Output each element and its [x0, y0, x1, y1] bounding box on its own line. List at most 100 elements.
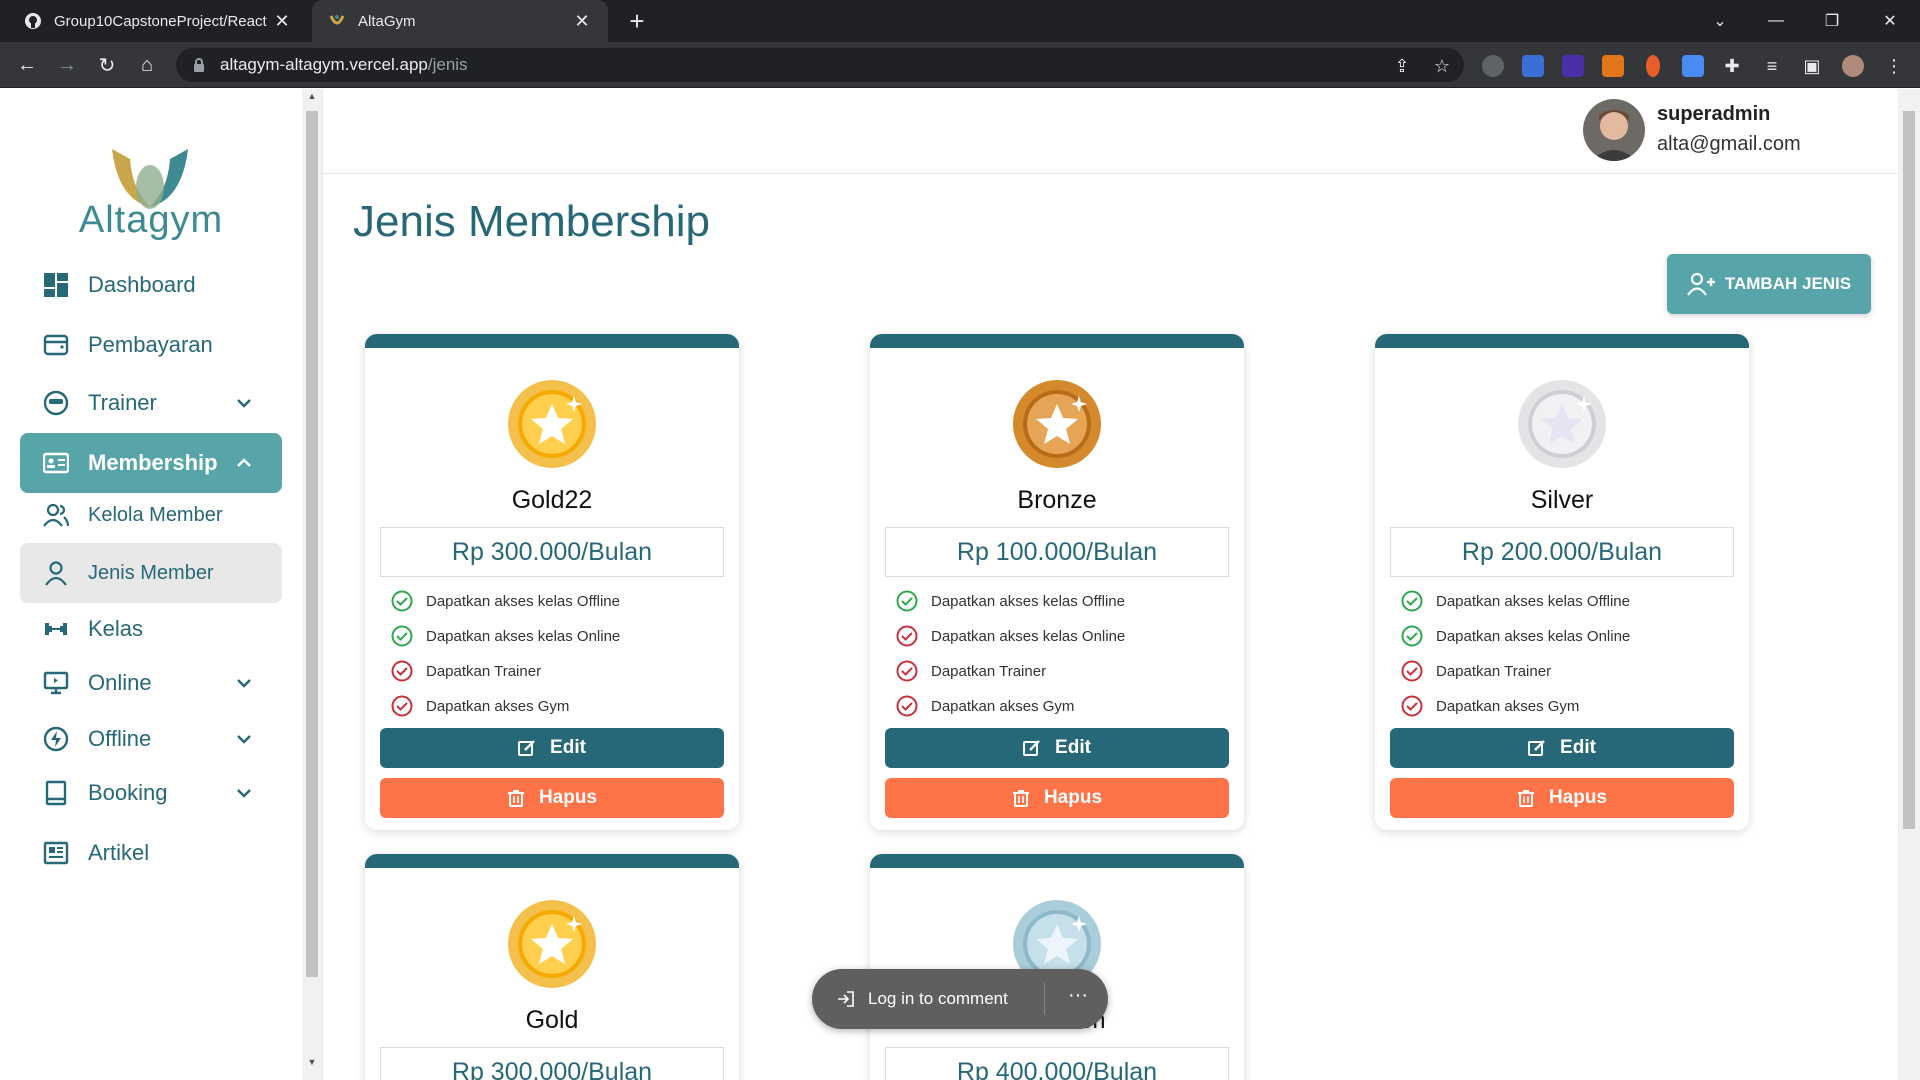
- bolt-icon: [42, 725, 70, 753]
- back-icon[interactable]: ←: [12, 50, 42, 80]
- tab-search-chevron-icon[interactable]: ⌄: [1692, 0, 1748, 42]
- profile-avatar-icon[interactable]: [1842, 55, 1864, 77]
- extension-speed-icon[interactable]: [1482, 55, 1504, 77]
- monitor-icon: [42, 669, 70, 697]
- app-root: Altagym Dashboard Pembayaran Trainer Mem…: [0, 89, 1920, 1080]
- share-icon[interactable]: ⇪: [1392, 56, 1412, 76]
- extension-orange-icon[interactable]: [1646, 55, 1660, 77]
- feature-item: Dapatkan akses Gym: [1401, 694, 1579, 718]
- delete-label: Hapus: [1548, 787, 1608, 808]
- sidebar-item-jenis-member[interactable]: Jenis Member: [20, 543, 282, 603]
- extension-purple-icon[interactable]: [1562, 55, 1584, 77]
- chevron-up-icon[interactable]: [234, 453, 254, 473]
- scrollbar-thumb[interactable]: [1903, 111, 1915, 829]
- sidebar-item-membership[interactable]: Membership: [20, 433, 282, 493]
- main-scrollbar[interactable]: [1898, 89, 1920, 1080]
- delete-button[interactable]: Hapus: [1390, 778, 1734, 818]
- extension-fox-icon[interactable]: [1602, 55, 1624, 77]
- scroll-down-icon[interactable]: ▼: [307, 1057, 317, 1067]
- feature-text: Dapatkan akses kelas Offline: [931, 592, 1125, 610]
- browser-menu-icon[interactable]: ⋮: [1884, 56, 1904, 76]
- tab-title: AltaGym: [358, 12, 416, 30]
- sidebar-item-label: Trainer: [88, 390, 157, 415]
- book-icon: [42, 779, 70, 807]
- feature-item: Dapatkan Trainer: [391, 659, 541, 683]
- trainer-icon: [42, 389, 70, 417]
- home-icon[interactable]: ⌂: [132, 50, 162, 80]
- bookmark-star-icon[interactable]: ☆: [1432, 56, 1452, 76]
- card-top-bar: [365, 854, 739, 868]
- extension-doc-icon[interactable]: [1682, 55, 1704, 77]
- dashboard-icon: [42, 271, 70, 299]
- card-name: Gold22: [511, 486, 593, 514]
- reload-icon[interactable]: ↻: [92, 50, 122, 80]
- dumbbell-icon: [42, 615, 70, 643]
- chevron-down-icon[interactable]: [234, 393, 254, 413]
- delete-button[interactable]: Hapus: [380, 778, 724, 818]
- feature-item: Dapatkan akses Gym: [391, 694, 569, 718]
- sidebar-item-trainer[interactable]: Trainer: [20, 373, 282, 433]
- sidebar-item-offline[interactable]: Offline: [20, 709, 282, 769]
- add-jenis-button[interactable]: TAMBAH JENIS: [1667, 254, 1871, 314]
- sidebar-item-label: Kelola Member: [88, 503, 223, 526]
- more-options-icon[interactable]: ···: [1068, 985, 1088, 1005]
- extension-translate-icon[interactable]: [1522, 55, 1544, 77]
- card-top-bar: [870, 334, 1244, 348]
- edit-button[interactable]: Edit: [380, 728, 724, 768]
- edit-icon: [1528, 740, 1545, 756]
- scroll-up-icon[interactable]: ▲: [307, 91, 317, 101]
- close-tab-icon[interactable]: ✕: [572, 11, 592, 32]
- sidebar-scrollbar[interactable]: ▲ ▼: [302, 89, 322, 1080]
- chevron-down-icon[interactable]: [234, 783, 254, 803]
- new-tab-button[interactable]: +: [622, 6, 652, 36]
- scrollbar-thumb[interactable]: [306, 111, 318, 977]
- side-panel-icon[interactable]: ▣: [1802, 56, 1822, 76]
- feature-text: Dapatkan akses Gym: [1436, 697, 1580, 715]
- gold-medal-icon: [508, 900, 596, 988]
- check-circle-icon: [1401, 625, 1423, 647]
- feature-item: Dapatkan Trainer: [1401, 659, 1551, 683]
- browser-tab-altagym[interactable]: AltaGym ✕: [312, 0, 608, 42]
- sidebar-item-online[interactable]: Online: [20, 653, 282, 713]
- browser-tab-github[interactable]: Group10CapstoneProject/React ✕: [8, 0, 308, 42]
- edit-button[interactable]: Edit: [885, 728, 1229, 768]
- check-circle-red-icon: [896, 660, 918, 682]
- card-price: Rp 300.000/Bulan: [380, 527, 724, 577]
- avatar[interactable]: [1583, 99, 1645, 161]
- card-price: Rp 100.000/Bulan: [885, 527, 1229, 577]
- edit-icon: [1023, 740, 1040, 756]
- check-circle-icon: [896, 590, 918, 612]
- feature-text: Dapatkan akses Gym: [931, 697, 1075, 715]
- browser-toolbar: ← → ↻ ⌂ altagym-altagym.vercel.app/jenis…: [0, 42, 1920, 88]
- edit-button[interactable]: Edit: [1390, 728, 1734, 768]
- sidebar-item-label: Pembayaran: [88, 332, 213, 357]
- delete-button[interactable]: Hapus: [885, 778, 1229, 818]
- address-bar[interactable]: altagym-altagym.vercel.app/jenis: [176, 48, 1464, 82]
- extensions-puzzle-icon[interactable]: ✚: [1722, 56, 1742, 76]
- restore-icon[interactable]: ❐: [1804, 0, 1860, 42]
- chevron-down-icon[interactable]: [234, 729, 254, 749]
- close-tab-icon[interactable]: ✕: [272, 11, 292, 32]
- window-close-icon[interactable]: ✕: [1862, 0, 1918, 42]
- trash-icon: [1012, 790, 1029, 807]
- feature-text: Dapatkan akses kelas Online: [426, 627, 621, 645]
- sidebar-item-kelola-member[interactable]: Kelola Member: [20, 485, 282, 545]
- login-comment-toast[interactable]: Log in to comment ···: [812, 969, 1108, 1029]
- feature-item: Dapatkan Trainer: [896, 659, 1046, 683]
- sidebar-item-label: Kelas: [88, 616, 144, 641]
- sidebar-item-kelas[interactable]: Kelas: [20, 599, 282, 659]
- minimize-icon[interactable]: —: [1748, 0, 1804, 42]
- sidebar-item-artikel[interactable]: Artikel: [20, 823, 282, 883]
- forward-icon[interactable]: →: [52, 50, 82, 80]
- sidebar-item-dashboard[interactable]: Dashboard: [20, 255, 282, 315]
- reading-list-icon[interactable]: ≡: [1762, 56, 1782, 76]
- sidebar-item-pembayaran[interactable]: Pembayaran: [20, 315, 282, 375]
- add-jenis-label: TAMBAH JENIS: [1724, 274, 1852, 293]
- url-host: altagym-altagym.vercel.app: [220, 55, 428, 74]
- brand-name: Altagym: [78, 199, 224, 241]
- sidebar-item-label: Dashboard: [88, 272, 196, 297]
- chevron-down-icon[interactable]: [234, 673, 254, 693]
- feature-item: Dapatkan akses kelas Online: [391, 624, 620, 648]
- sidebar-item-label: Membership: [88, 450, 218, 475]
- sidebar-item-booking[interactable]: Booking: [20, 763, 282, 823]
